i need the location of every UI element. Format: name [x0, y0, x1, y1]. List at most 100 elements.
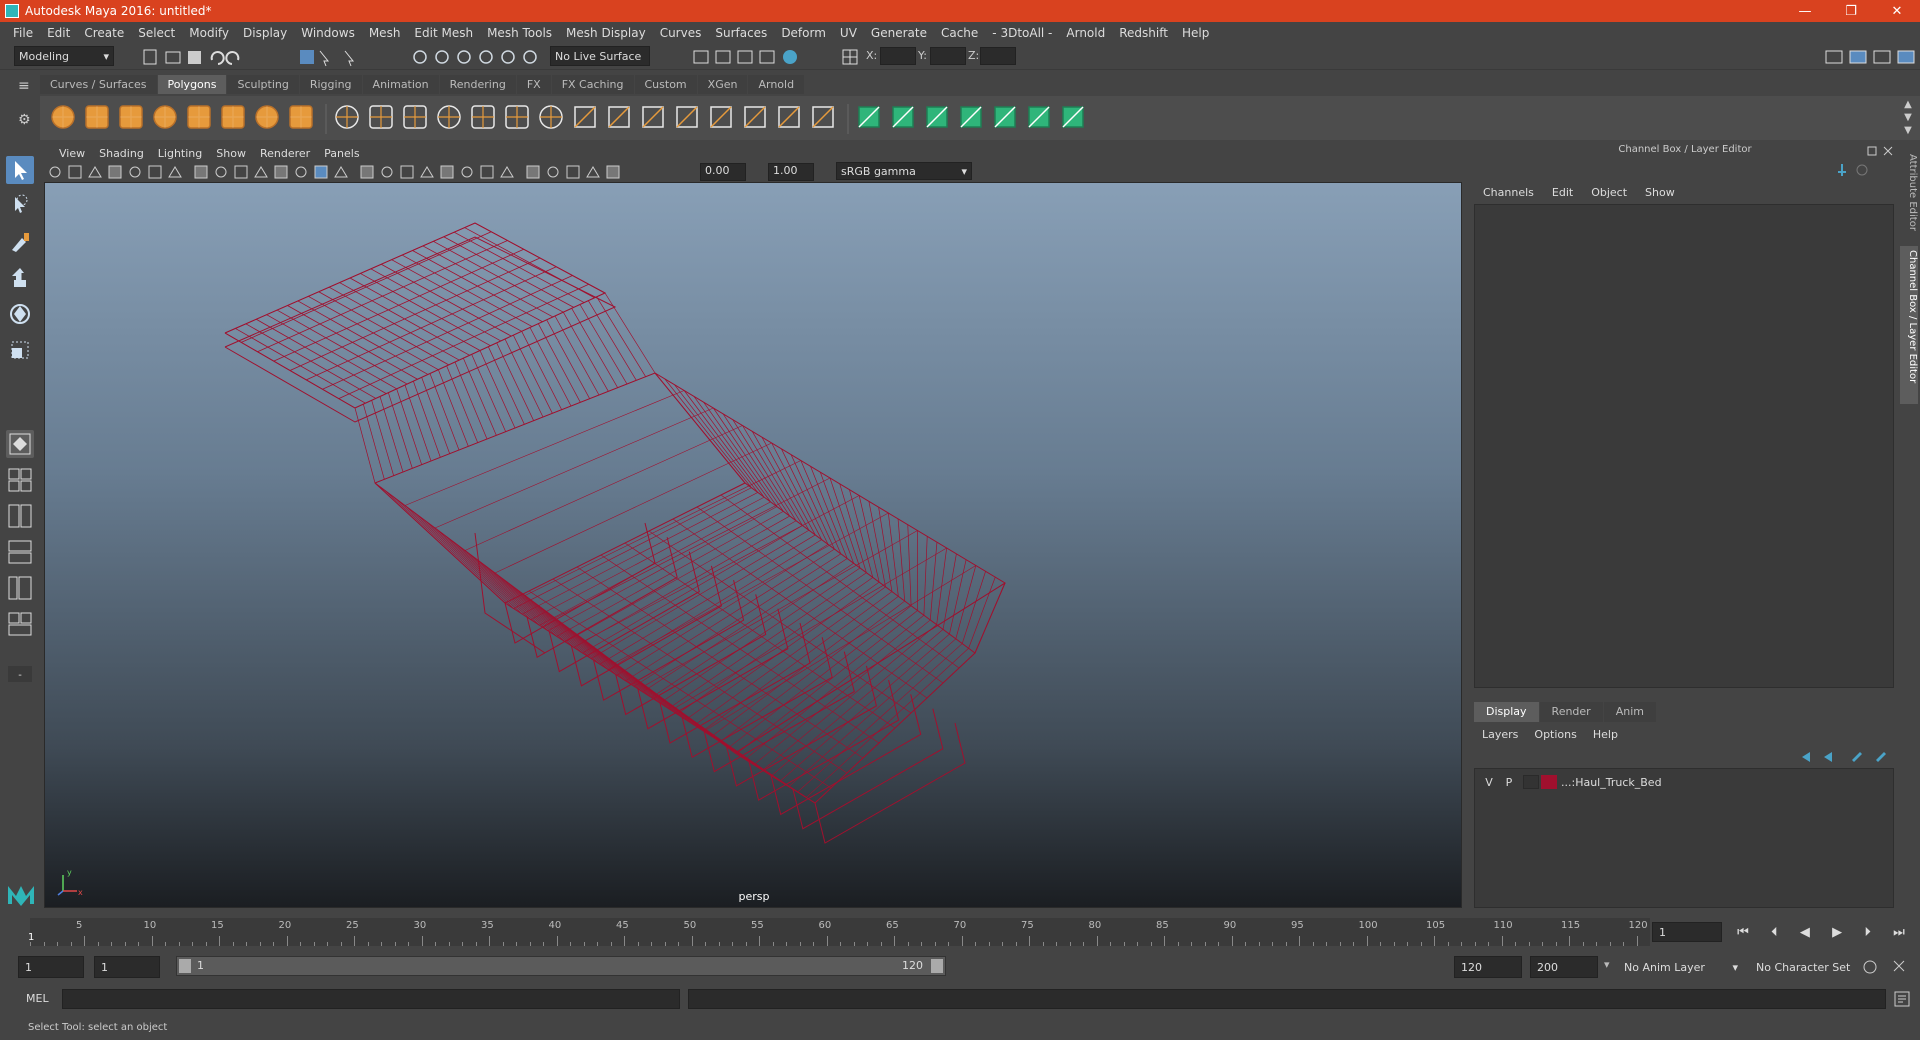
shelf-green-e-icon[interactable] — [994, 106, 1016, 128]
menu-create[interactable]: Create — [77, 26, 131, 40]
range-end-handle[interactable] — [931, 959, 943, 973]
color-space-dropdown[interactable]: sRGB gamma ▾ — [836, 162, 972, 180]
viewport-tool-icon[interactable] — [274, 165, 288, 179]
viewport-tool-icon[interactable] — [254, 166, 268, 178]
layer-color-swatch[interactable] — [1541, 775, 1557, 789]
viewport-tool-icon[interactable] — [500, 166, 514, 178]
z-field[interactable] — [980, 47, 1016, 65]
viewport-tool-icon[interactable] — [88, 166, 102, 178]
channel-menu-object[interactable]: Object — [1582, 186, 1636, 199]
rotate-tool-icon[interactable] — [6, 300, 34, 328]
viewport-tool-icon[interactable] — [215, 166, 227, 178]
menu-mesh-display[interactable]: Mesh Display — [559, 26, 653, 40]
viewport-menu-show[interactable]: Show — [209, 147, 253, 160]
shelf-tab-custom[interactable]: Custom — [634, 75, 697, 94]
panel-float-close-icons[interactable] — [1866, 144, 1896, 158]
toolbox-more-icon[interactable]: - — [6, 660, 34, 688]
shelf-cone-icon[interactable] — [153, 105, 177, 129]
channel-menu-channels[interactable]: Channels — [1474, 186, 1543, 199]
step-back-key-icon[interactable]: ⏴ — [1771, 925, 1778, 940]
viewport-tool-icon[interactable] — [526, 165, 540, 179]
step-forward-key-icon[interactable]: ⏵ — [1864, 925, 1871, 940]
menu-display[interactable]: Display — [236, 26, 294, 40]
playback-start-field[interactable]: 1 — [94, 956, 160, 978]
transform-constraint-icon[interactable] — [840, 47, 860, 67]
viewport-tool-icon[interactable] — [314, 165, 328, 179]
menu-edit[interactable]: Edit — [40, 26, 77, 40]
panel-toolbar-icons[interactable] — [48, 163, 628, 181]
minimize-button[interactable]: — — [1782, 0, 1828, 22]
current-frame-field[interactable]: 1 — [1652, 922, 1722, 942]
shelf-target-weld-icon[interactable] — [608, 106, 630, 128]
menu-mesh-tools[interactable]: Mesh Tools — [480, 26, 559, 40]
exposure-field[interactable]: 0.00 — [700, 163, 746, 181]
shelf-scroll-arrows[interactable]: ▲ ▼ ▼ — [1900, 98, 1916, 138]
shelf-boolean-icon[interactable] — [778, 106, 800, 128]
time-slider[interactable]: 1 5 10 15 20 25 30 35 40 45 50 55 60 65 70 75 80 85 90 95 1… — [28, 918, 1650, 946]
menu-mesh[interactable]: Mesh — [362, 26, 408, 40]
layer-action-icons[interactable] — [1796, 748, 1896, 766]
viewport-tool-icon[interactable] — [68, 165, 82, 179]
menu-deform[interactable]: Deform — [774, 26, 833, 40]
menu-uv[interactable]: UV — [833, 26, 864, 40]
viewport-tool-icon[interactable] — [108, 165, 122, 179]
mel-label[interactable]: MEL — [26, 992, 49, 1005]
shelf-extract-icon[interactable] — [403, 105, 427, 129]
viewport-tool-icon[interactable] — [381, 166, 393, 178]
play-backwards-icon[interactable]: ◀ — [1800, 925, 1810, 940]
menu-redshift[interactable]: Redshift — [1112, 26, 1175, 40]
menu-3dtoall[interactable]: - 3DtoAll - — [985, 26, 1059, 40]
shelf-green-c-icon[interactable] — [926, 106, 948, 128]
range-start-handle[interactable] — [179, 959, 191, 973]
shelf-bridge-icon[interactable] — [505, 105, 529, 129]
viewport-tool-icon[interactable] — [480, 165, 494, 179]
attribute-editor-tab[interactable]: Attribute Editor — [1900, 150, 1918, 238]
shelf-tab-arnold[interactable]: Arnold — [748, 75, 805, 94]
script-editor-icon[interactable] — [1892, 990, 1912, 1008]
layer-tab-anim[interactable]: Anim — [1603, 702, 1656, 722]
viewport-tool-icon[interactable] — [547, 166, 559, 178]
layer-tab-render[interactable]: Render — [1539, 702, 1603, 722]
viewport-tool-icon[interactable] — [148, 165, 162, 179]
menu-surfaces[interactable]: Surfaces — [708, 26, 774, 40]
shelf-tab-fx-caching[interactable]: FX Caching — [551, 75, 634, 94]
viewport-menu-view[interactable]: View — [52, 147, 92, 160]
move-tool-icon[interactable] — [6, 264, 34, 292]
shelf-plane-icon[interactable] — [187, 105, 211, 129]
workspace-icons[interactable] — [1820, 47, 1916, 67]
layer-visibility-toggle[interactable]: V — [1479, 776, 1499, 789]
menu-modify[interactable]: Modify — [182, 26, 236, 40]
layout-four-icon[interactable] — [6, 466, 34, 494]
shelf-pyramid-icon[interactable] — [255, 105, 279, 129]
menu-generate[interactable]: Generate — [864, 26, 934, 40]
animation-end-field[interactable]: 200 — [1530, 956, 1598, 978]
layout-two-icon[interactable] — [6, 502, 34, 530]
viewport-tool-icon[interactable] — [566, 165, 580, 179]
menu-cache[interactable]: Cache — [934, 26, 985, 40]
menu-select[interactable]: Select — [131, 26, 182, 40]
viewport-tool-icon[interactable] — [420, 166, 434, 178]
channel-box-options-icons[interactable] — [1836, 162, 1876, 180]
shelf-green-f-icon[interactable] — [1028, 106, 1050, 128]
x-field[interactable] — [880, 47, 916, 65]
shelf-green-a-icon[interactable] — [858, 106, 880, 128]
viewport-tool-icon[interactable] — [49, 166, 61, 178]
character-set-dropdown[interactable]: No Character Set — [1752, 956, 1870, 978]
layer-row[interactable]: V P ...:Haul_Truck_Bed — [1479, 773, 1889, 791]
playback-end-field[interactable]: 120 — [1454, 956, 1522, 978]
shelf-combine-icon[interactable] — [335, 105, 359, 129]
shelf-smooth-icon[interactable] — [437, 105, 461, 129]
viewport-tool-icon[interactable] — [400, 165, 414, 179]
play-forwards-icon[interactable]: ▶ — [1832, 925, 1842, 940]
shelf-tab-sculpting[interactable]: Sculpting — [227, 75, 299, 94]
shelf-tab-polygons[interactable]: Polygons — [157, 75, 227, 94]
go-to-end-icon[interactable]: ⏭ — [1893, 925, 1905, 940]
live-surface-field[interactable]: No Live Surface — [550, 46, 650, 66]
viewport-tool-icon[interactable] — [129, 166, 141, 178]
perspective-viewport[interactable]: y x persp — [44, 182, 1462, 908]
viewport-menu-panels[interactable]: Panels — [317, 147, 366, 160]
menu-help[interactable]: Help — [1175, 26, 1216, 40]
viewport-menu-shading[interactable]: Shading — [92, 147, 151, 160]
layer-menu-options[interactable]: Options — [1526, 728, 1584, 741]
shelf-bevel-icon[interactable] — [471, 105, 495, 129]
